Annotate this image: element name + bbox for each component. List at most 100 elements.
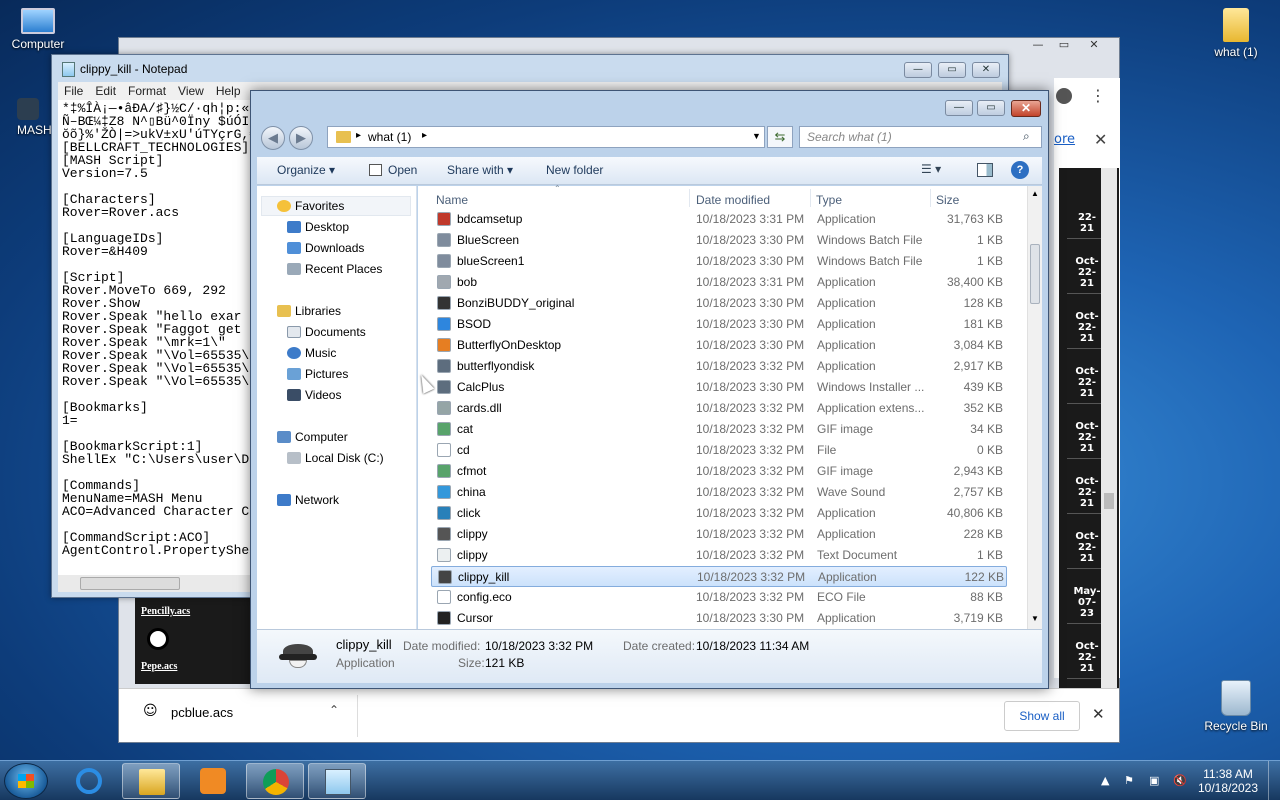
menu-view[interactable]: View [172, 82, 210, 100]
volume-muted-icon[interactable]: 🔇 [1173, 774, 1187, 787]
file-row[interactable]: BSOD 10/18/2023 3:30 PM Application 181 KB [431, 314, 1007, 335]
acs-link[interactable]: Pepe.acs [141, 661, 177, 672]
nav-documents[interactable]: Documents [287, 325, 366, 339]
file-row[interactable]: clippy 10/18/2023 3:32 PM Text Document 1 K… [431, 545, 1007, 566]
taskbar-internet-explorer[interactable] [60, 763, 118, 799]
file-row[interactable]: cfmot 10/18/2023 3:32 PM GIF image 2,943 KB [431, 461, 1007, 482]
show-desktop-button[interactable] [1268, 761, 1280, 800]
organize-button[interactable]: Organize ▾ [277, 163, 335, 177]
open-button[interactable]: Open [388, 163, 417, 177]
scroll-thumb[interactable] [1030, 244, 1040, 304]
file-row[interactable]: BonziBUDDY_original 10/18/2023 3:30 PM App… [431, 293, 1007, 314]
nav-recent-places[interactable]: Recent Places [287, 262, 382, 276]
close-button[interactable]: ✕ [972, 62, 1000, 78]
address-bar[interactable]: ▸ what (1) ▸ ▼ [327, 126, 765, 148]
file-row[interactable]: BlueScreen 10/18/2023 3:30 PM Windows Batc… [431, 230, 1007, 251]
file-list-scrollbar[interactable]: ▲ ▼ [1027, 186, 1042, 629]
file-row[interactable]: click 10/18/2023 3:32 PM Application 40,806… [431, 503, 1007, 524]
file-row[interactable]: bob 10/18/2023 3:31 PM Application 38,400 K… [431, 272, 1007, 293]
menu-format[interactable]: Format [122, 82, 172, 100]
scroll-up-arrow[interactable]: ▲ [1031, 189, 1039, 198]
file-row[interactable]: china 10/18/2023 3:32 PM Wave Sound 2,757 K… [431, 482, 1007, 503]
forward-button[interactable]: ▶ [289, 126, 313, 150]
file-row[interactable]: clippy_kill 10/18/2023 3:32 PM Application… [431, 566, 1007, 587]
close-button[interactable]: ✕ [1081, 38, 1107, 56]
preview-pane-icon[interactable] [977, 163, 993, 177]
desktop-icon-what-folder[interactable]: what (1) [1198, 8, 1274, 59]
file-row[interactable]: Cursor 10/18/2023 3:30 PM Application 3,719… [431, 608, 1007, 629]
chevron-down-icon[interactable]: ▼ [752, 131, 761, 141]
desktop-icon-recycle-bin[interactable]: Recycle Bin [1198, 680, 1274, 733]
download-filename[interactable]: pcblue.acs [171, 705, 233, 720]
page-scrollbar[interactable] [1101, 168, 1117, 688]
view-options-icon[interactable]: ☰ ▾ [921, 162, 941, 176]
avatar-icon[interactable] [1056, 88, 1072, 104]
taskbar-explorer[interactable] [122, 763, 180, 799]
close-button[interactable]: ✕ [1011, 100, 1041, 117]
desktop-icon-computer[interactable]: Computer [0, 8, 76, 51]
scroll-thumb[interactable] [80, 577, 180, 590]
chevron-up-icon[interactable]: ⌃ [329, 703, 339, 717]
maximize-button[interactable]: ▭ [977, 100, 1005, 116]
new-folder-button[interactable]: New folder [546, 163, 603, 177]
file-row[interactable]: config.eco 10/18/2023 3:32 PM ECO File 88 K… [431, 587, 1007, 608]
more-link[interactable]: ore [1054, 132, 1075, 147]
network-status-icon[interactable]: ▣ [1149, 774, 1159, 787]
help-icon[interactable]: ? [1011, 161, 1029, 179]
file-row[interactable]: cat 10/18/2023 3:32 PM GIF image 34 KB [431, 419, 1007, 440]
file-row[interactable]: bdcamsetup 10/18/2023 3:31 PM Application 3… [431, 209, 1007, 230]
nav-libraries[interactable]: Libraries [277, 304, 341, 318]
start-button[interactable] [4, 763, 48, 799]
scroll-thumb[interactable] [1104, 493, 1114, 509]
menu-edit[interactable]: Edit [89, 82, 122, 100]
column-size[interactable]: Size [936, 193, 959, 207]
file-row[interactable]: cards.dll 10/18/2023 3:32 PM Application e… [431, 398, 1007, 419]
scroll-down-arrow[interactable]: ▼ [1031, 614, 1039, 623]
maximize-button[interactable]: ▭ [938, 62, 966, 78]
taskbar-media-player[interactable] [184, 763, 242, 799]
date-modified-label: Date modified: [403, 639, 481, 653]
file-row[interactable]: butterflyondisk 10/18/2023 3:32 PM Applica… [431, 356, 1007, 377]
file-row[interactable]: clippy 10/18/2023 3:32 PM Application 228 K… [431, 524, 1007, 545]
file-row[interactable]: CalcPlus 10/18/2023 3:30 PM Windows Instal… [431, 377, 1007, 398]
acs-link[interactable]: Pencilly.acs [141, 606, 190, 617]
menu-file[interactable]: File [58, 82, 89, 100]
minimize-button[interactable]: — [945, 100, 973, 116]
nav-network[interactable]: Network [277, 493, 339, 507]
nav-pictures[interactable]: Pictures [287, 367, 348, 381]
file-size: 34 KB [970, 422, 1003, 436]
close-icon[interactable]: ✕ [1094, 130, 1107, 149]
show-hidden-icons[interactable]: ▲ [1101, 774, 1109, 787]
column-date-modified[interactable]: Date modified [696, 193, 770, 207]
show-all-button[interactable]: Show all [1004, 701, 1080, 731]
taskbar-notepad[interactable] [308, 763, 366, 799]
nav-local-disk[interactable]: Local Disk (C:) [287, 451, 384, 465]
file-row[interactable]: blueScreen1 10/18/2023 3:30 PM Windows Bat… [431, 251, 1007, 272]
breadcrumb[interactable]: what (1) [368, 130, 411, 144]
nav-downloads[interactable]: Downloads [287, 241, 364, 255]
column-type[interactable]: Type [816, 193, 842, 207]
close-icon[interactable]: ✕ [1092, 705, 1105, 723]
file-size: 128 KB [963, 296, 1003, 310]
clock[interactable]: 11:38 AM 10/18/2023 [1196, 767, 1260, 795]
refresh-button[interactable]: ⇆ [767, 126, 793, 148]
maximize-button[interactable]: ▭ [1051, 38, 1077, 56]
minimize-button[interactable]: — [904, 62, 932, 78]
share-with-button[interactable]: Share with ▾ [447, 163, 513, 177]
nav-desktop[interactable]: Desktop [287, 220, 349, 234]
nav-favorites[interactable]: Favorites [277, 199, 344, 213]
nav-computer[interactable]: Computer [277, 430, 348, 444]
taskbar-chrome[interactable] [246, 763, 304, 799]
more-menu-icon[interactable]: ⋮ [1090, 86, 1106, 105]
column-name[interactable]: Name [436, 193, 468, 207]
file-row[interactable]: ButterflyOnDesktop 10/18/2023 3:30 PM Appl… [431, 335, 1007, 356]
nav-music[interactable]: Music [287, 346, 336, 360]
file-icon [437, 485, 451, 499]
minimize-button[interactable]: — [1025, 38, 1051, 56]
search-input[interactable]: Search what (1) [799, 126, 1042, 148]
file-row[interactable]: cd 10/18/2023 3:32 PM File 0 KB [431, 440, 1007, 461]
nav-videos[interactable]: Videos [287, 388, 341, 402]
action-center-icon[interactable]: ⚑ [1124, 774, 1134, 787]
back-button[interactable]: ◀ [261, 126, 285, 150]
menu-help[interactable]: Help [210, 82, 247, 100]
